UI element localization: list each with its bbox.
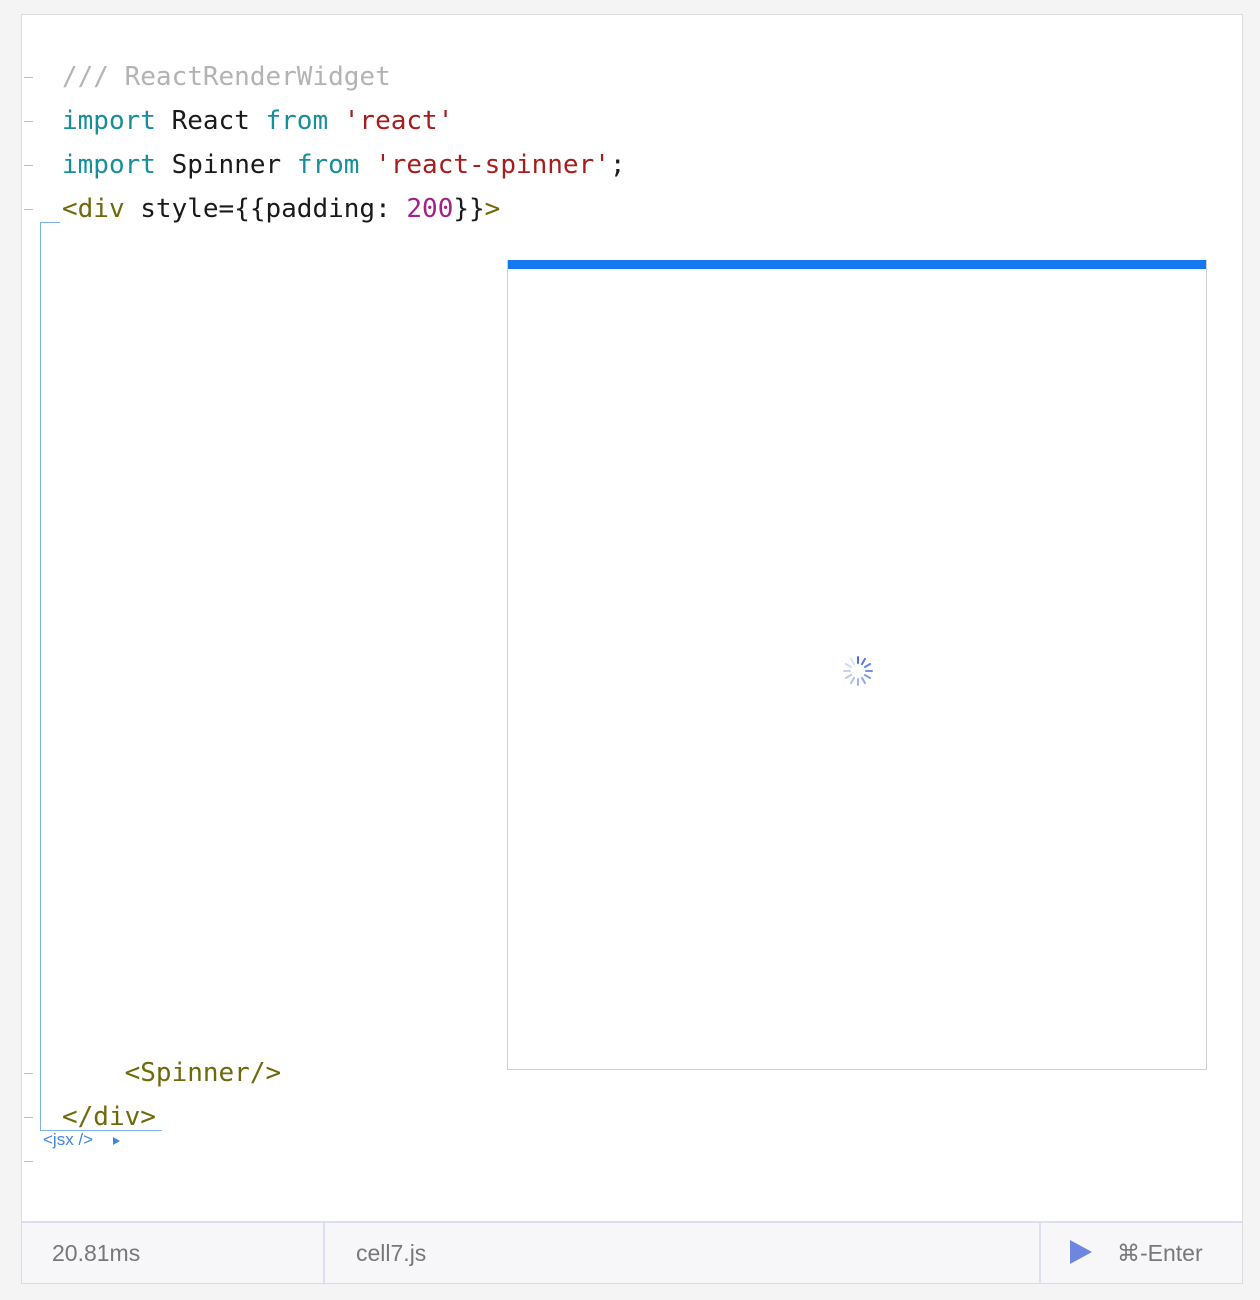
play-triangle-icon[interactable] [1070,1240,1092,1264]
code-line[interactable]: /// ReactRenderWidget [62,57,391,97]
code-token: 'react-spinner' [375,150,610,180]
loading-spinner-icon [843,656,873,686]
gutter-marker [24,165,33,166]
code-line[interactable]: import React from 'react' [62,101,453,141]
footer-divider [1039,1223,1041,1283]
preview-accent-bar [508,260,1206,269]
footer-divider [323,1223,325,1283]
code-token: > [484,194,501,224]
code-line[interactable]: import Spinner from 'react-spinner'; [62,145,626,185]
gutter-marker [24,1117,33,1118]
gutter-marker [24,1161,33,1162]
render-preview [507,260,1207,1070]
gutter-marker [24,77,33,78]
notebook-cell: /// ReactRenderWidget import React from … [21,14,1243,1284]
code-token: React [155,106,266,136]
code-token: ; [609,150,626,180]
jsx-widget-label[interactable]: <jsx /> [43,1130,93,1150]
gutter-marker [24,121,33,122]
code-token: <div [62,194,125,224]
jsx-widget-bracket [40,223,162,1131]
code-token: 200 [406,194,454,224]
gutter-marker [24,209,33,210]
code-token: }} [453,194,485,224]
code-token: from [296,150,360,180]
caret-right-icon[interactable] [113,1137,120,1145]
cell-footer: 20.81ms cell7.js ⌘-Enter [22,1221,1242,1283]
code-token: from [265,106,329,136]
gutter-marker [24,1073,33,1074]
code-token: Spinner [155,150,297,180]
code-editor[interactable]: /// ReactRenderWidget import React from … [22,15,1242,1222]
cell-filename: cell7.js [356,1240,427,1266]
code-token: import [62,106,156,136]
run-shortcut-hint: ⌘-Enter [1117,1240,1203,1266]
code-token: 'react' [343,106,454,136]
code-token: style={{padding: [124,194,407,224]
execution-time: 20.81ms [52,1240,141,1266]
code-token: /// ReactRenderWidget [62,62,391,92]
code-token: import [62,150,156,180]
